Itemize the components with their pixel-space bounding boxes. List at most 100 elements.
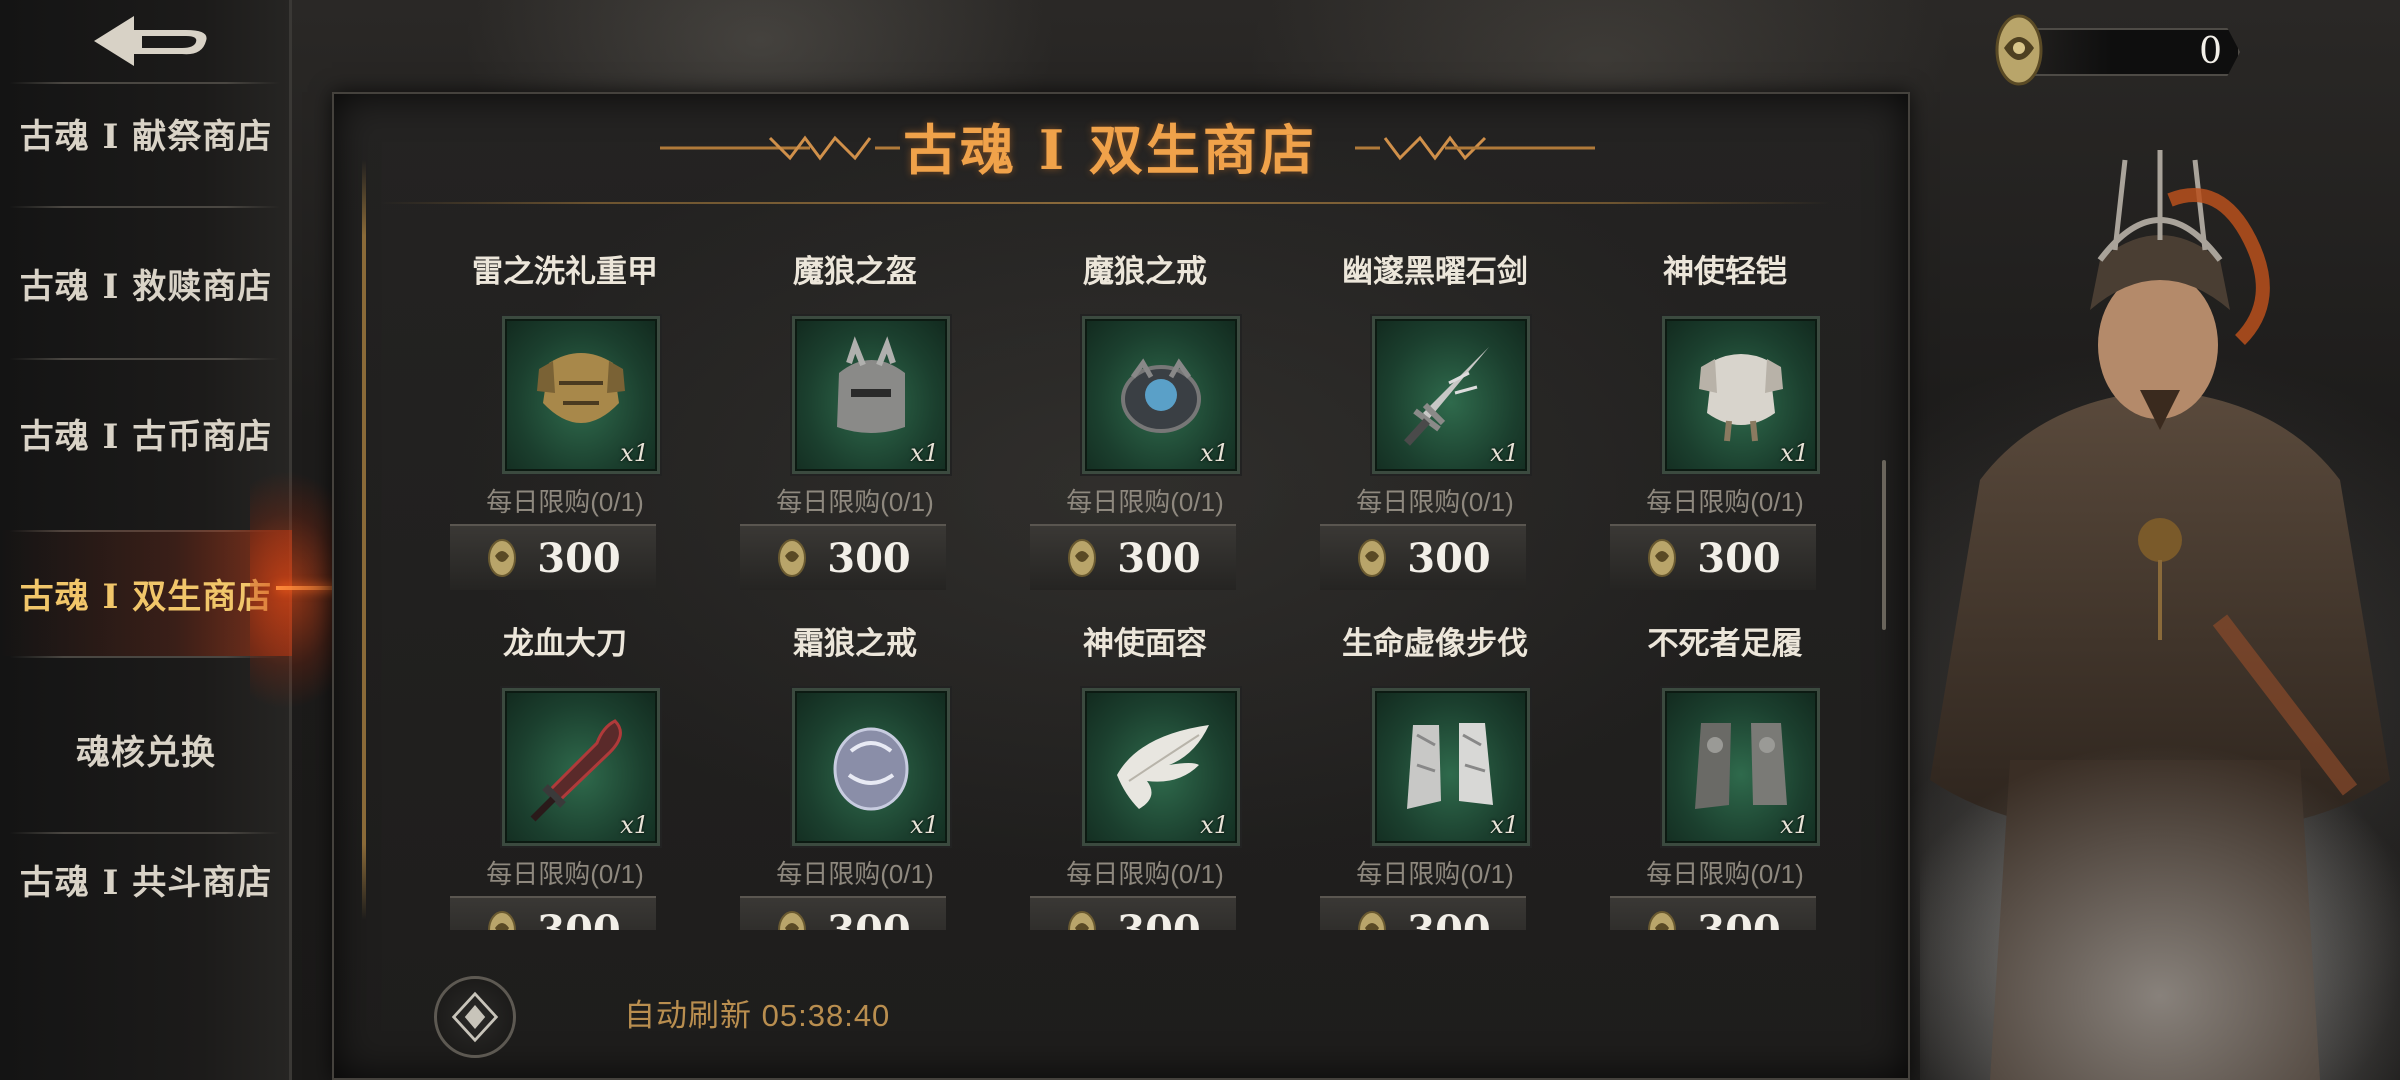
shop-item: 不死者足履 x1 每日限购(0/1) 300	[1610, 612, 1820, 930]
item-name: 霜狼之戒	[793, 626, 917, 662]
sidebar-item-label: 魂核兑换	[76, 732, 216, 773]
soul-coin-icon	[488, 911, 517, 930]
purchase-limit: 每日限购(0/1)	[776, 859, 934, 889]
item-quantity: x1	[1490, 439, 1519, 467]
shop-item: 雷之洗礼重甲 x1 每日限购(0/1) 300	[450, 240, 680, 600]
title-divider	[380, 202, 1830, 204]
shop-item: 霜狼之戒 x1 每日限购(0/1) 300	[740, 612, 970, 930]
purchase-limit: 每日限购(0/1)	[1066, 859, 1224, 889]
item-quantity: x1	[1780, 811, 1809, 839]
soul-coin-icon	[1358, 539, 1387, 577]
item-name: 魔狼之盔	[793, 254, 917, 290]
refresh-time: 05:38:40	[761, 998, 891, 1033]
purchase-limit: 每日限购(0/1)	[1356, 859, 1514, 889]
item-slot[interactable]: x1	[1082, 316, 1240, 474]
shop-item-grid[interactable]: 雷之洗礼重甲 x1 每日限购(0/1) 300 魔狼之盔 x1 每日限购(0/1…	[420, 240, 1820, 930]
shop-item: 幽邃黑曜石剑 x1 每日限购(0/1) 300	[1320, 240, 1550, 600]
auto-refresh-timer: 自动刷新 05:38:40	[624, 990, 890, 1035]
item-quantity: x1	[910, 439, 939, 467]
item-price: 300	[827, 534, 911, 582]
item-price: 300	[537, 534, 621, 582]
sidebar-item-label: 古魂 I 救赎商店	[19, 266, 273, 307]
item-quantity: x1	[1200, 439, 1229, 467]
sidebar-item-sacrifice-shop[interactable]: 古魂 I 献祭商店	[0, 78, 292, 188]
buy-button[interactable]: 300	[1610, 524, 1816, 590]
sidebar-item-label: 古魂 I 双生商店	[19, 576, 273, 617]
soul-coin-icon	[1068, 911, 1097, 930]
buy-button[interactable]: 300	[1610, 896, 1816, 930]
sidebar-item-label: 古魂 I 古币商店	[19, 416, 273, 457]
shop-item: 神使面容 x1 每日限购(0/1) 300	[1030, 612, 1260, 930]
item-price: 300	[827, 906, 911, 931]
shop-item: 魔狼之戒 x1 每日限购(0/1) 300	[1030, 240, 1260, 600]
item-name: 雷之洗礼重甲	[472, 254, 658, 290]
item-name: 神使面容	[1083, 626, 1207, 662]
buy-button[interactable]: 300	[1030, 524, 1236, 590]
soul-coin-icon	[778, 539, 807, 577]
item-slot[interactable]: x1	[502, 688, 660, 846]
refresh-label: 自动刷新	[624, 998, 752, 1033]
item-quantity: x1	[910, 811, 939, 839]
item-name: 幽邃黑曜石剑	[1342, 254, 1528, 290]
soul-coin-icon	[778, 911, 807, 930]
item-quantity: x1	[620, 439, 649, 467]
item-quantity: x1	[620, 811, 649, 839]
shop-emblem-icon[interactable]	[434, 976, 516, 1058]
item-price: 300	[537, 906, 621, 931]
item-slot[interactable]: x1	[1372, 316, 1530, 474]
nav-separator	[10, 656, 280, 658]
shop-item: 龙血大刀 x1 每日限购(0/1) 300	[450, 612, 680, 930]
item-slot[interactable]: x1	[792, 316, 950, 474]
item-quantity: x1	[1490, 811, 1519, 839]
purchase-limit: 每日限购(0/1)	[1646, 859, 1804, 889]
shop-item: 神使轻铠 x1 每日限购(0/1) 300	[1610, 240, 1820, 600]
buy-button[interactable]: 300	[450, 896, 656, 930]
soul-coin-icon	[1995, 14, 2043, 86]
sidebar-item-soul-core-exchange[interactable]: 魂核兑换	[0, 694, 292, 804]
buy-button[interactable]: 300	[1320, 896, 1526, 930]
item-name: 神使轻铠	[1663, 254, 1787, 290]
soul-coin-icon	[1358, 911, 1387, 930]
purchase-limit: 每日限购(0/1)	[486, 859, 644, 889]
buy-button[interactable]: 300	[1320, 524, 1526, 590]
item-slot[interactable]: x1	[1372, 688, 1530, 846]
page-title: 古魂 I 双生商店	[903, 117, 1317, 182]
nav-separator	[10, 358, 280, 360]
item-slot[interactable]: x1	[1662, 316, 1820, 474]
item-price: 300	[1407, 534, 1491, 582]
purchase-limit: 每日限购(0/1)	[1066, 487, 1224, 517]
item-slot[interactable]: x1	[792, 688, 950, 846]
buy-button[interactable]: 300	[740, 896, 946, 930]
sidebar-item-redemption-shop[interactable]: 古魂 I 救赎商店	[0, 228, 292, 338]
item-slot[interactable]: x1	[502, 316, 660, 474]
item-price: 300	[1117, 534, 1201, 582]
item-slot[interactable]: x1	[1082, 688, 1240, 846]
buy-button[interactable]: 300	[450, 524, 656, 590]
shop-item: 魔狼之盔 x1 每日限购(0/1) 300	[740, 240, 970, 600]
purchase-limit: 每日限购(0/1)	[1356, 487, 1514, 517]
buy-button[interactable]: 300	[1030, 896, 1236, 930]
sidebar-item-ancient-coin-shop[interactable]: 古魂 I 古币商店	[0, 378, 292, 488]
sidebar-item-twin-shop[interactable]: 古魂 I 双生商店	[0, 530, 292, 656]
item-price: 300	[1117, 906, 1201, 931]
title-ornament-right	[1355, 135, 1595, 161]
item-name: 魔狼之戒	[1083, 254, 1207, 290]
soul-coin-icon	[1648, 911, 1677, 930]
item-slot[interactable]: x1	[1662, 688, 1820, 846]
panel-border-ornament	[362, 160, 366, 920]
purchase-limit: 每日限购(0/1)	[486, 487, 644, 517]
back-arrow-icon[interactable]	[86, 10, 216, 72]
sidebar-item-coop-shop[interactable]: 古魂 I 共斗商店	[0, 824, 292, 934]
item-price: 300	[1697, 534, 1781, 582]
item-price: 300	[1697, 906, 1781, 931]
sidebar-item-label: 古魂 I 共斗商店	[19, 862, 273, 903]
grid-scrollbar[interactable]	[1882, 460, 1886, 630]
nav-separator	[10, 206, 280, 208]
soul-coin-icon	[1648, 539, 1677, 577]
item-name: 不死者足履	[1647, 626, 1803, 662]
item-name: 龙血大刀	[503, 626, 627, 662]
item-quantity: x1	[1780, 439, 1809, 467]
purchase-limit: 每日限购(0/1)	[776, 487, 934, 517]
currency-display: 0	[1990, 8, 2250, 92]
buy-button[interactable]: 300	[740, 524, 946, 590]
